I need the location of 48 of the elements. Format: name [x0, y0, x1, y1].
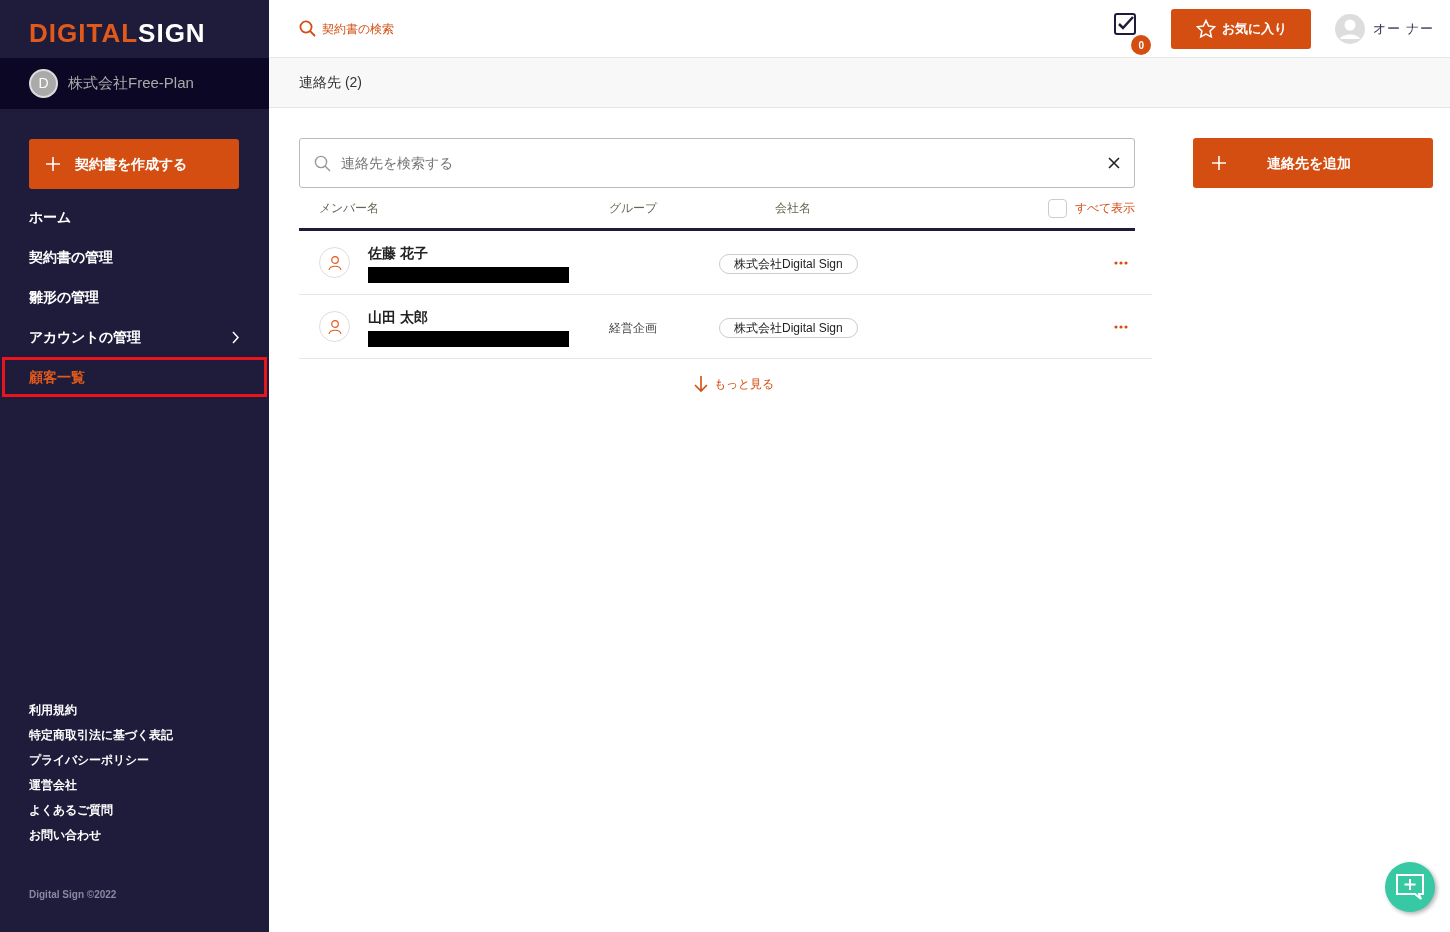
show-all-label[interactable]: すべて表示 [1075, 199, 1135, 217]
search-icon [299, 20, 316, 37]
sidebar-item[interactable]: 顧客一覧 [2, 357, 267, 397]
company-name: 株式会社Free-Plan [68, 73, 194, 94]
favorites-button[interactable]: お気に入り [1171, 8, 1312, 49]
clear-button[interactable] [1108, 157, 1120, 169]
dots-icon [1114, 260, 1128, 265]
plus-icon [45, 156, 61, 172]
member-name[interactable]: 佐藤 花子 [368, 242, 428, 264]
more-options-icon[interactable] [1114, 324, 1128, 329]
add-contact-button[interactable]: 連絡先を追加 [1193, 138, 1433, 188]
member-name[interactable]: 山田 太郎 [368, 306, 428, 328]
column-header: メンバー名 [319, 201, 379, 215]
more-options-icon[interactable] [1114, 260, 1128, 265]
create-contract-button[interactable]: 契約書を作成する [29, 139, 239, 189]
group-name: 経営企画 [609, 320, 657, 335]
company-avatar: D [29, 69, 58, 98]
person-glyph-icon [326, 318, 343, 335]
search-icon [314, 154, 331, 172]
breadcrumb: 連絡先 (2) [299, 73, 362, 92]
footer-link[interactable]: お問い合わせ [0, 822, 269, 847]
sidebar-item[interactable]: アカウントの管理 [0, 317, 269, 357]
footer-link[interactable]: 特定商取引法に基づく表記 [0, 722, 269, 747]
sidebar-item[interactable]: ホーム [0, 197, 269, 237]
close-icon [1108, 157, 1120, 169]
chat-plus-icon [1395, 872, 1425, 902]
footer-link[interactable]: プライバシーポリシー [0, 747, 269, 772]
sidebar-item[interactable]: 雛形の管理 [0, 277, 269, 317]
user-name[interactable]: オー ナー [1373, 18, 1434, 39]
show-all-checkbox[interactable] [1048, 198, 1067, 218]
contract-search-link[interactable]: 契約書の検索 [299, 19, 394, 38]
plus-icon [1211, 155, 1227, 171]
search-box[interactable]: 連絡先を検索する [299, 138, 1135, 188]
footer-link[interactable]: 利用規約 [0, 697, 269, 722]
person-glyph-icon [326, 254, 343, 271]
dots-icon [1114, 324, 1128, 329]
sidebar-item[interactable]: 契約書の管理 [0, 237, 269, 277]
star-icon [1195, 18, 1216, 39]
footer-link[interactable]: 運営会社 [0, 772, 269, 797]
task-count-badge: 0 [1131, 35, 1152, 55]
column-header: グループ [609, 201, 657, 215]
logo: DIGITALSIGN [28, 17, 207, 50]
show-more-link[interactable]: もっと見る [694, 375, 774, 393]
arrow-down-icon [694, 375, 708, 393]
column-header: 会社名 [775, 201, 811, 215]
footer-link[interactable]: よくあるご質問 [0, 797, 269, 822]
copyright: Digital Sign ©2022 [29, 889, 117, 900]
chevron-right-icon [231, 330, 240, 344]
